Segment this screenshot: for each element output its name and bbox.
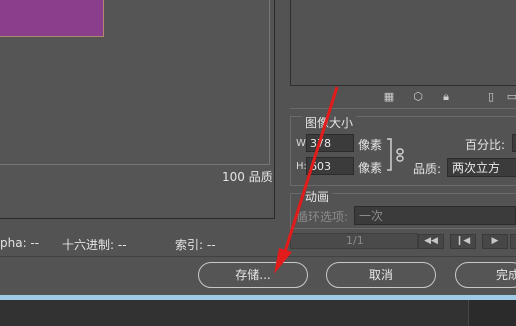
- lock-icon[interactable]: 🔒︎: [440, 91, 452, 103]
- prev-frame-icon[interactable]: ❙◀: [450, 234, 476, 249]
- image-canvas: [0, 0, 270, 165]
- height-unit: 像素: [358, 161, 383, 175]
- quality-label: 品质:: [413, 162, 442, 176]
- image-preview-panel: [0, 0, 275, 219]
- quality-select[interactable]: 两次立方: [447, 158, 516, 177]
- percent-input[interactable]: [512, 134, 516, 152]
- cube-icon[interactable]: ⬡: [412, 91, 424, 103]
- image-size-title: 图像大小: [302, 114, 357, 131]
- save-button[interactable]: 存储...: [198, 262, 308, 288]
- first-frame-icon[interactable]: ◀◀: [418, 234, 444, 249]
- width-input[interactable]: 378: [306, 134, 354, 152]
- loop-options-label: 循环选项:: [296, 210, 349, 224]
- trash-icon[interactable]: ▭: [506, 91, 516, 103]
- play-icon[interactable]: ▶: [482, 234, 508, 249]
- hex-readout: 十六进制: --: [62, 238, 127, 252]
- preview-quality-label: 100 品质: [222, 170, 273, 184]
- loop-options-select[interactable]: 一次: [354, 206, 516, 225]
- alpha-readout: pha: --: [0, 236, 40, 250]
- image-content: [0, 0, 104, 37]
- last-frame-icon[interactable]: ▶: [510, 234, 516, 249]
- cancel-button[interactable]: 取消: [326, 262, 436, 288]
- divider: [0, 256, 516, 257]
- percent-label: 百分比:: [465, 138, 506, 152]
- checker-icon[interactable]: ▦: [383, 91, 395, 103]
- color-table-panel: [290, 0, 516, 86]
- footer-frame: [468, 300, 516, 326]
- width-unit: 像素: [358, 138, 383, 152]
- done-button[interactable]: 完成: [455, 262, 516, 288]
- link-proportions-icon[interactable]: [386, 137, 408, 173]
- divider: [290, 108, 516, 109]
- animation-title: 动画: [302, 188, 333, 205]
- new-icon[interactable]: ▯: [485, 91, 497, 103]
- index-readout: 索引: --: [175, 238, 216, 252]
- frame-counter: 1/1: [346, 234, 364, 247]
- height-input[interactable]: 603: [306, 157, 354, 175]
- footer-area: [0, 300, 516, 326]
